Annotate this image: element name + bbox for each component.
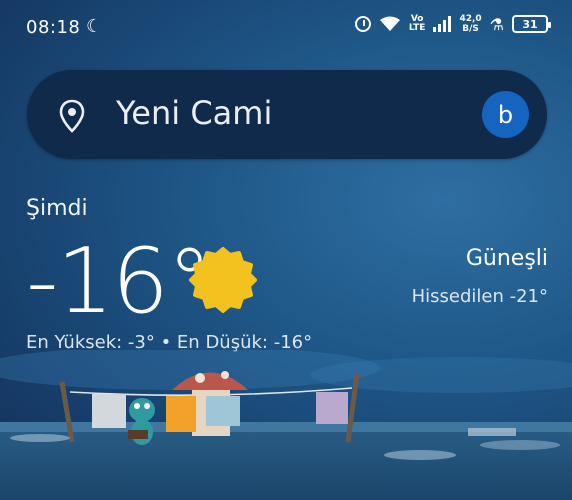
signal-icon: [433, 16, 452, 32]
sun-icon: [189, 247, 257, 313]
net-speed-value: 42,0: [459, 14, 482, 24]
volte-line-2: LTE: [408, 23, 426, 33]
battery-icon: 31: [512, 15, 551, 33]
status-bar: 08:18 ☾ Vo LTE 42,0 B/S ⚗ 31: [0, 0, 572, 56]
account-avatar[interactable]: b: [482, 91, 529, 138]
alarm-icon: [354, 16, 371, 32]
crescent-moon-icon: ☾: [86, 16, 103, 37]
location-pin-icon: [59, 99, 85, 133]
net-speed-unit: B/S: [462, 24, 479, 34]
feels-like: Hissedilen -21°: [411, 286, 548, 307]
weather-illustration: [0, 350, 572, 500]
status-icons: Vo LTE 42,0 B/S ⚗ 31: [354, 14, 551, 34]
location-search-bar[interactable]: Yeni Cami b: [27, 70, 547, 159]
net-speed: 42,0 B/S: [459, 14, 481, 34]
location-name: Yeni Cami: [116, 94, 273, 132]
wifi-icon: [379, 16, 400, 31]
weather-condition: Güneşli: [465, 246, 548, 271]
current-temperature: -16°: [26, 229, 212, 334]
battery-level: 31: [522, 17, 538, 31]
volte-indicator: Vo LTE: [409, 15, 426, 33]
now-label: Şimdi: [26, 196, 88, 221]
flask-icon: ⚗: [489, 14, 504, 34]
status-time: 08:18: [26, 17, 81, 38]
avatar-initial: b: [497, 100, 514, 129]
